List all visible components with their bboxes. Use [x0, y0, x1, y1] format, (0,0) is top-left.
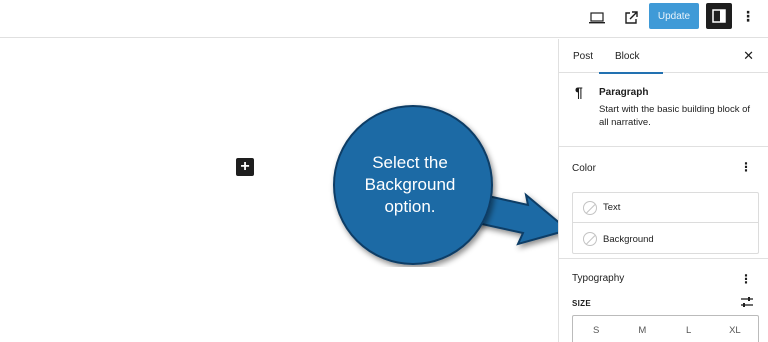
- desktop-icon: [589, 12, 605, 24]
- typography-options-button[interactable]: ⋮: [740, 272, 752, 286]
- settings-sidebar: Post Block ✕ ¶ Paragraph Start with the …: [558, 39, 768, 342]
- color-swatch-icon: [583, 232, 597, 246]
- size-option-s[interactable]: S: [573, 316, 619, 342]
- more-vertical-icon: ⋮: [741, 7, 755, 24]
- block-title: Paragraph: [599, 87, 649, 98]
- size-option-xl[interactable]: XL: [712, 316, 758, 342]
- callout-line-1: Select the: [372, 153, 448, 172]
- size-option-l[interactable]: L: [666, 316, 712, 342]
- block-card: ¶ Paragraph Start with the basic buildin…: [559, 73, 768, 147]
- editor-top-toolbar: Update ⋮: [0, 0, 768, 38]
- color-options-button[interactable]: ⋮: [740, 160, 752, 174]
- sidebar-tabs: Post Block ✕: [559, 39, 768, 74]
- tab-post[interactable]: Post: [571, 39, 595, 73]
- background-color-option[interactable]: Background: [573, 224, 758, 254]
- font-size-picker: S M L XL: [572, 315, 759, 342]
- callout-text: Select the Background option.: [345, 152, 475, 218]
- sliders-icon: [741, 297, 753, 307]
- sidebar-toggle-icon: [712, 9, 726, 23]
- paragraph-icon: ¶: [575, 84, 583, 100]
- more-vertical-icon: ⋮: [740, 272, 752, 286]
- callout-line-3: option.: [384, 197, 436, 216]
- more-vertical-icon: ⋮: [740, 160, 752, 174]
- block-description: Start with the basic building block of a…: [599, 104, 751, 128]
- size-option-m[interactable]: M: [619, 316, 665, 342]
- external-link-icon: [625, 11, 638, 24]
- preview-button[interactable]: [586, 5, 608, 31]
- typography-panel-title: Typography: [572, 273, 625, 284]
- custom-size-toggle[interactable]: [740, 295, 754, 313]
- font-size-label: SIZE: [572, 299, 591, 308]
- color-panel: Color ⋮ Text Background: [559, 147, 768, 259]
- settings-toggle-button[interactable]: [706, 3, 732, 29]
- background-color-label: Background: [603, 233, 654, 245]
- update-button[interactable]: Update: [649, 3, 699, 29]
- color-item-group: Text Background: [572, 192, 759, 254]
- view-post-button[interactable]: [620, 5, 642, 31]
- text-color-option[interactable]: Text: [573, 193, 758, 223]
- text-color-label: Text: [603, 202, 621, 213]
- color-swatch-icon: [583, 200, 597, 215]
- block-inserter-button[interactable]: +: [236, 158, 254, 176]
- plus-icon: +: [240, 158, 250, 175]
- options-menu-button[interactable]: ⋮: [740, 5, 756, 27]
- typography-panel: Typography ⋮ SIZE S M L XL: [559, 259, 768, 342]
- close-sidebar-button[interactable]: ✕: [743, 48, 754, 64]
- color-panel-title: Color: [572, 163, 596, 174]
- close-icon: ✕: [743, 48, 754, 63]
- callout-line-2: Background: [364, 175, 456, 194]
- tab-block[interactable]: Block: [598, 39, 665, 74]
